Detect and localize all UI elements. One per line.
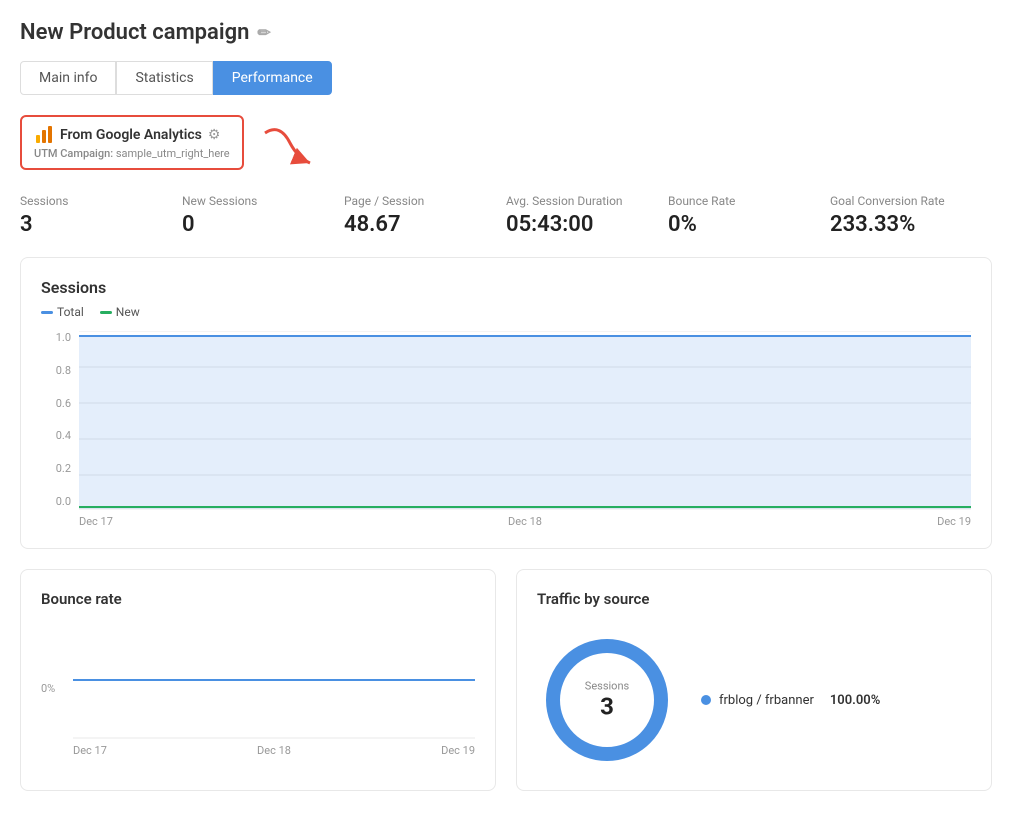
bounce-rate-title: Bounce rate	[41, 590, 475, 608]
donut-label: Sessions	[585, 680, 629, 693]
legend-new-label: New	[116, 305, 140, 319]
metric-page-session-value: 48.67	[344, 212, 490, 237]
traffic-source-pct: 100.00%	[830, 693, 880, 708]
sessions-chart-plot: Dec 17 Dec 18 Dec 19	[79, 331, 971, 528]
bottom-charts-row: Bounce rate 0% Dec 17 Dec 18 Dec 19	[20, 569, 992, 791]
sessions-chart-area: 1.0 0.8 0.6 0.4 0.2 0.0	[41, 331, 971, 528]
utm-label: UTM Campaign:	[34, 147, 113, 160]
page-title: New Product campaign ✏	[20, 20, 992, 45]
bounce-plot: Dec 17 Dec 18 Dec 19	[73, 620, 475, 757]
sessions-chart-legend: Total New	[41, 305, 971, 319]
metric-goal-conversion: Goal Conversion Rate 233.33%	[830, 194, 992, 237]
metric-sessions-value: 3	[20, 212, 166, 237]
metric-new-sessions-label: New Sessions	[182, 194, 328, 208]
traffic-legend: frblog / frbanner 100.00%	[701, 693, 880, 708]
metric-goal-conversion-label: Goal Conversion Rate	[830, 194, 976, 208]
legend-total: Total	[41, 305, 84, 319]
metric-page-session: Page / Session 48.67	[344, 194, 506, 237]
bounce-rate-card: Bounce rate 0% Dec 17 Dec 18 Dec 19	[20, 569, 496, 791]
traffic-source-label: frblog / frbanner	[719, 693, 814, 708]
metric-sessions: Sessions 3	[20, 194, 182, 237]
campaign-title: New Product campaign	[20, 20, 249, 45]
metric-sessions-label: Sessions	[20, 194, 166, 208]
edit-icon[interactable]: ✏	[257, 23, 270, 42]
metrics-row: Sessions 3 New Sessions 0 Page / Session…	[20, 194, 992, 237]
tab-main-info[interactable]: Main info	[20, 61, 116, 95]
bounce-y-axis: 0%	[41, 620, 65, 757]
metric-bounce-rate-value: 0%	[668, 212, 814, 237]
sessions-y-axis: 1.0 0.8 0.6 0.4 0.2 0.0	[41, 331, 71, 528]
legend-new: New	[100, 305, 140, 319]
traffic-legend-dot	[701, 695, 711, 705]
analytics-source-box: From Google Analytics ⚙ UTM Campaign: sa…	[20, 115, 244, 170]
legend-total-dot	[41, 311, 53, 314]
metric-page-session-label: Page / Session	[344, 194, 490, 208]
metric-new-sessions-value: 0	[182, 212, 328, 237]
tab-performance[interactable]: Performance	[213, 61, 332, 95]
metric-avg-duration: Avg. Session Duration 05:43:00	[506, 194, 668, 237]
sessions-chart-card: Sessions Total New 1.0 0.8 0.6 0.4 0.2 0…	[20, 257, 992, 549]
bounce-chart-area: 0% Dec 17 Dec 18 Dec 19	[41, 620, 475, 757]
bounce-y-label: 0%	[41, 682, 65, 695]
metric-bounce-rate: Bounce Rate 0%	[668, 194, 830, 237]
legend-new-dot	[100, 311, 112, 314]
metric-goal-conversion-value: 233.33%	[830, 212, 976, 237]
metric-new-sessions: New Sessions 0	[182, 194, 344, 237]
metric-avg-duration-label: Avg. Session Duration	[506, 194, 652, 208]
bounce-x-labels: Dec 17 Dec 18 Dec 19	[73, 744, 475, 757]
metric-bounce-rate-label: Bounce Rate	[668, 194, 814, 208]
sessions-svg	[79, 331, 971, 511]
donut-center-text: Sessions 3	[585, 680, 629, 721]
traffic-content: Sessions 3 frblog / frbanner 100.00%	[537, 620, 971, 770]
legend-total-label: Total	[57, 305, 84, 319]
bounce-svg	[73, 620, 475, 740]
analytics-icon	[34, 125, 54, 145]
sessions-chart-title: Sessions	[41, 278, 971, 297]
donut-chart-container: Sessions 3	[537, 630, 677, 770]
traffic-source-title: Traffic by source	[537, 590, 971, 608]
sessions-x-labels: Dec 17 Dec 18 Dec 19	[79, 515, 971, 528]
utm-value: sample_utm_right_here	[116, 147, 230, 160]
tab-bar: Main info Statistics Performance	[20, 61, 992, 95]
donut-value: 3	[585, 693, 629, 721]
analytics-title: From Google Analytics	[60, 127, 202, 143]
traffic-legend-item: frblog / frbanner 100.00%	[701, 693, 880, 708]
traffic-source-card: Traffic by source Sessions 3 frblog / fr…	[516, 569, 992, 791]
arrow-indicator	[260, 123, 320, 177]
settings-icon[interactable]: ⚙	[208, 127, 221, 143]
metric-avg-duration-value: 05:43:00	[506, 212, 652, 237]
tab-statistics[interactable]: Statistics	[116, 61, 212, 95]
